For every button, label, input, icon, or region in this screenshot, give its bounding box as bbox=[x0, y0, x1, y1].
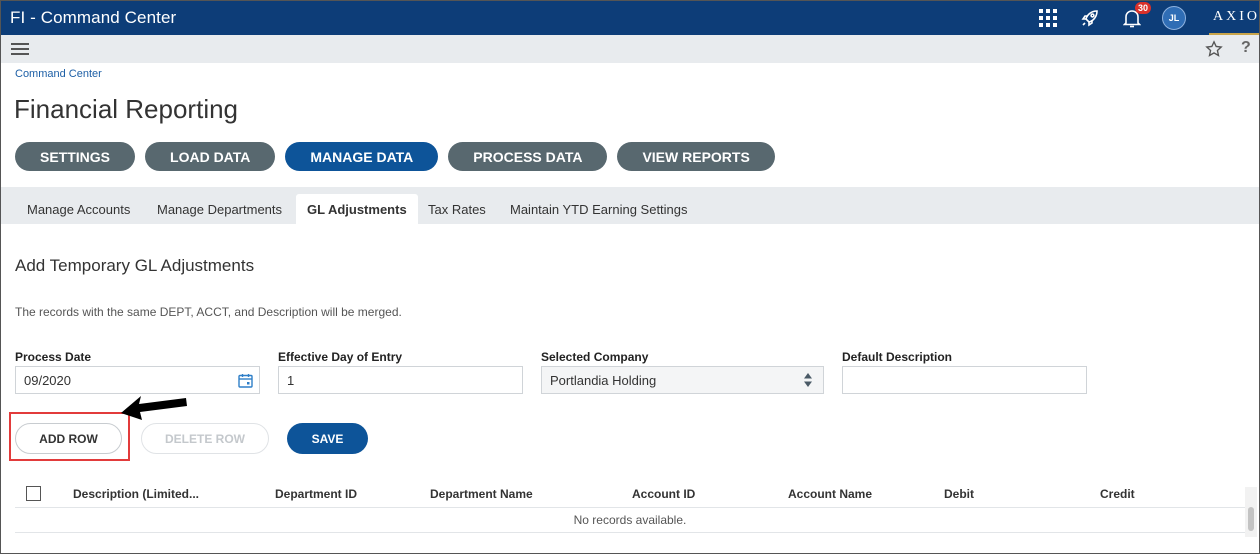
section-title: Add Temporary GL Adjustments bbox=[15, 256, 255, 275]
tab-bar: Manage Accounts Manage Departments GL Ad… bbox=[1, 187, 1259, 224]
pointer-arrow-icon bbox=[121, 396, 187, 420]
nav-pill-view-reports[interactable]: VIEW REPORTS bbox=[617, 142, 775, 171]
apps-grid-icon[interactable] bbox=[1027, 1, 1069, 35]
selected-company-label: Selected Company bbox=[541, 350, 649, 364]
header-actions: 30 JL AXIOM bbox=[1027, 1, 1259, 35]
section-nav: SETTINGS LOAD DATA MANAGE DATA PROCESS D… bbox=[15, 142, 775, 171]
favorite-star-icon[interactable] bbox=[1205, 40, 1223, 58]
process-date-value: 09/2020 bbox=[24, 372, 71, 388]
nav-pill-load-data[interactable]: LOAD DATA bbox=[145, 142, 276, 171]
column-header-account-id[interactable]: Account ID bbox=[632, 487, 695, 501]
column-header-description[interactable]: Description (Limited... bbox=[73, 487, 199, 501]
column-header-debit[interactable]: Debit bbox=[944, 487, 974, 501]
grid-scrollbar-thumb[interactable] bbox=[1248, 507, 1254, 531]
empty-grid-message: No records available. bbox=[15, 509, 1245, 533]
tab-manage-accounts[interactable]: Manage Accounts bbox=[16, 194, 141, 224]
app-header: FI - Command Center 30 JL AXIO bbox=[1, 1, 1259, 35]
column-header-department-name[interactable]: Department Name bbox=[430, 487, 533, 501]
highlight-box bbox=[9, 412, 130, 461]
tab-tax-rates[interactable]: Tax Rates bbox=[417, 194, 497, 224]
select-arrows-icon bbox=[804, 373, 812, 387]
tab-manage-departments[interactable]: Manage Departments bbox=[146, 194, 293, 224]
merge-info-text: The records with the same DEPT, ACCT, an… bbox=[15, 305, 402, 319]
brand-logo: AXIOM bbox=[1209, 1, 1259, 35]
grid-header: Description (Limited... Department ID De… bbox=[15, 482, 1245, 508]
process-date-label: Process Date bbox=[15, 350, 92, 364]
breadcrumb[interactable]: Command Center bbox=[15, 68, 102, 80]
avatar: JL bbox=[1162, 6, 1186, 30]
effective-day-label: Effective Day of Entry bbox=[278, 350, 403, 364]
calendar-icon[interactable] bbox=[238, 373, 253, 388]
selected-company-select[interactable]: Portlandia Holding bbox=[541, 366, 824, 394]
effective-day-field[interactable]: 1 bbox=[278, 366, 523, 394]
column-header-credit[interactable]: Credit bbox=[1100, 487, 1135, 501]
page-title: Financial Reporting bbox=[14, 94, 239, 124]
app-title: FI - Command Center bbox=[10, 8, 177, 27]
default-description-input[interactable] bbox=[842, 366, 1087, 394]
user-menu[interactable]: JL bbox=[1153, 1, 1195, 35]
column-header-account-name[interactable]: Account Name bbox=[788, 487, 872, 501]
save-button[interactable]: SAVE bbox=[287, 423, 368, 454]
nav-pill-process-data[interactable]: PROCESS DATA bbox=[448, 142, 608, 171]
toolbar: ? bbox=[1, 35, 1259, 63]
select-all-checkbox[interactable] bbox=[26, 486, 41, 501]
notifications-bell-icon[interactable]: 30 bbox=[1111, 1, 1153, 35]
rocket-icon[interactable] bbox=[1069, 1, 1111, 35]
tab-gl-adjustments[interactable]: GL Adjustments bbox=[296, 194, 418, 224]
nav-pill-settings[interactable]: SETTINGS bbox=[15, 142, 136, 171]
effective-day-value: 1 bbox=[287, 372, 295, 388]
selected-company-value: Portlandia Holding bbox=[550, 372, 657, 388]
delete-row-button[interactable]: DELETE ROW bbox=[141, 423, 269, 454]
nav-pill-manage-data[interactable]: MANAGE DATA bbox=[285, 142, 439, 171]
help-icon[interactable]: ? bbox=[1241, 39, 1251, 57]
column-header-department-id[interactable]: Department ID bbox=[275, 487, 357, 501]
default-description-label: Default Description bbox=[842, 350, 953, 364]
hamburger-menu-icon[interactable] bbox=[11, 41, 29, 57]
notification-count-badge: 30 bbox=[1135, 2, 1152, 14]
tab-maintain-ytd-earning-settings[interactable]: Maintain YTD Earning Settings bbox=[499, 194, 699, 224]
